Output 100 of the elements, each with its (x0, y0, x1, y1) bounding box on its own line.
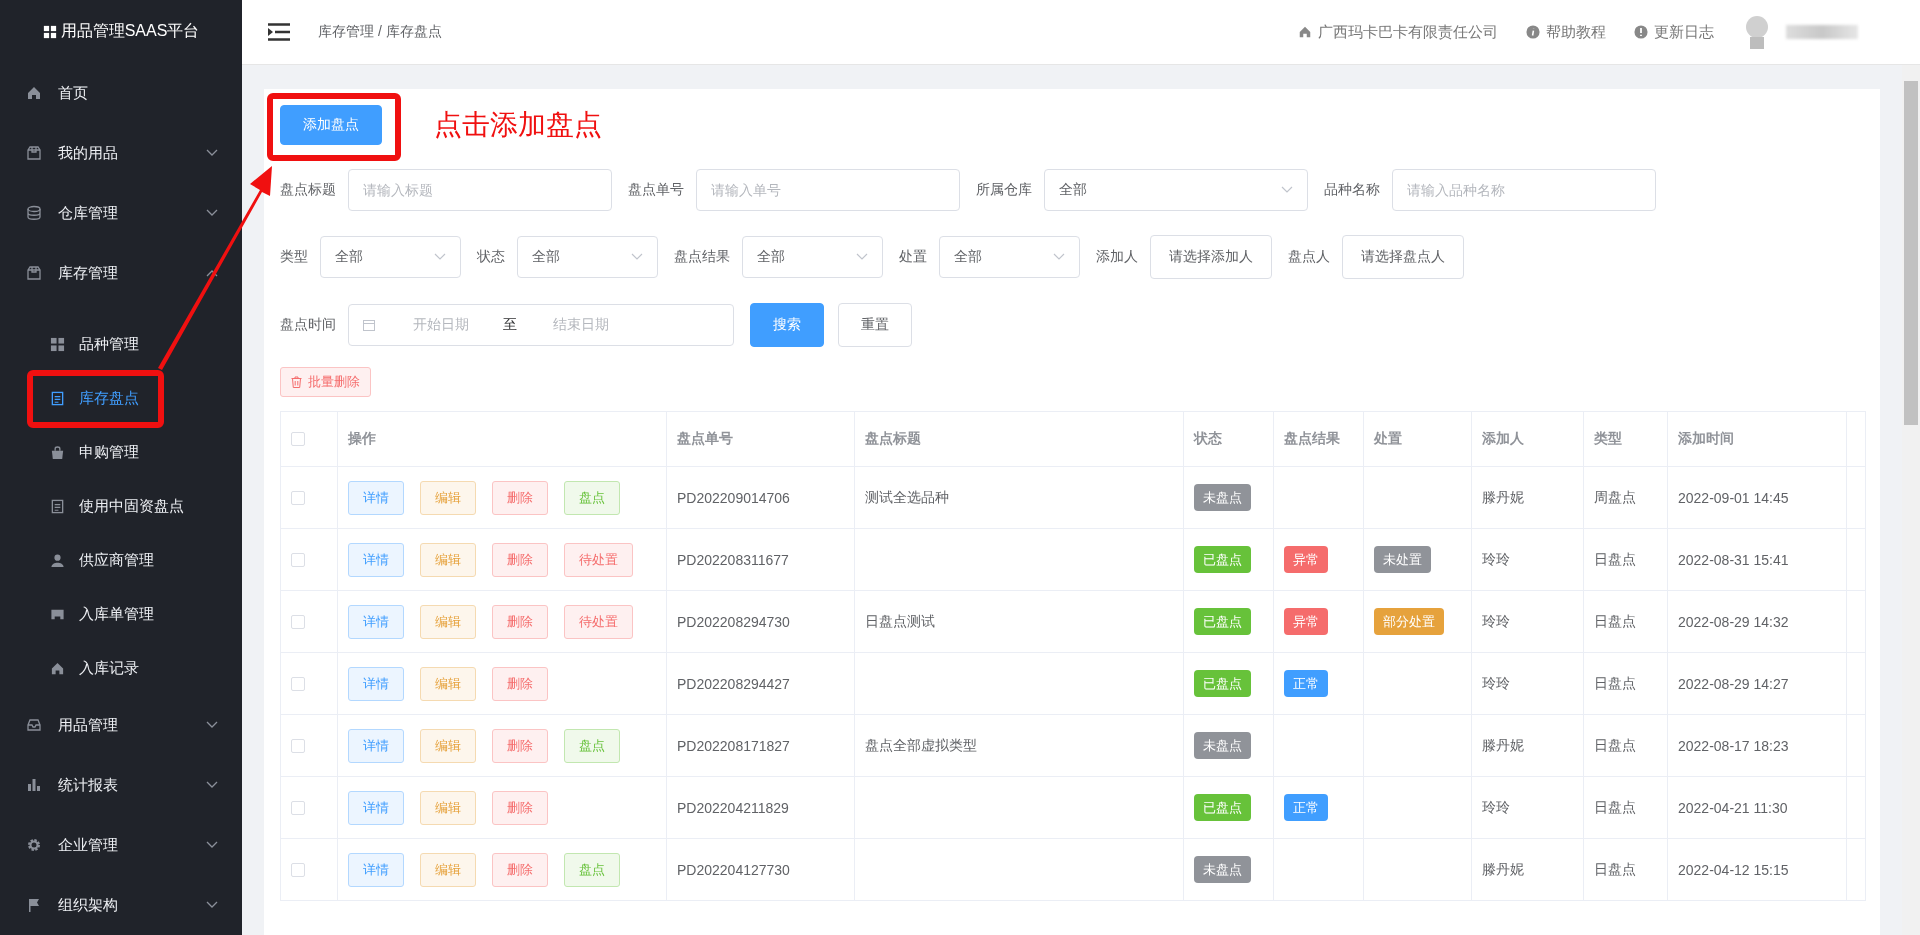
table-cell: 玲玲 (1471, 528, 1584, 591)
status-tag: 未盘点 (1194, 484, 1251, 511)
company-link[interactable]: 广西玛卡巴卡有限责任公司 (1298, 22, 1498, 42)
table-cell: 日盘点 (1583, 590, 1668, 653)
filter-label: 添加人 (1096, 248, 1138, 266)
batch-delete-button[interactable]: 批量删除 (280, 367, 371, 397)
scrollbar-thumb[interactable] (1904, 81, 1918, 425)
row-checkbox[interactable] (291, 738, 305, 753)
changelog-link[interactable]: 更新日志 (1634, 22, 1714, 42)
sidebar-subitem[interactable]: 入库记录 (0, 641, 242, 695)
select-field[interactable]: 全部 (742, 236, 883, 278)
action-button[interactable]: 删除 (492, 666, 548, 701)
sidebar-subitem[interactable]: 库存盘点 (0, 371, 242, 425)
bag-icon (50, 444, 65, 460)
sidebar-subitem[interactable]: 供应商管理 (0, 533, 242, 587)
status-tag: 已盘点 (1194, 794, 1251, 821)
action-button[interactable]: 删除 (492, 790, 548, 825)
sidebar-subitem[interactable]: 入库单管理 (0, 587, 242, 641)
menu-icon[interactable] (268, 23, 290, 41)
table-cell: 2022-08-31 15:41 (1667, 528, 1847, 591)
action-button[interactable]: 盘点 (564, 852, 620, 887)
date-range-field[interactable]: 开始日期 至 结束日期 (348, 304, 734, 346)
sidebar-subitem[interactable]: 申购管理 (0, 425, 242, 479)
action-button[interactable]: 详情 (348, 666, 404, 701)
action-button[interactable]: 编辑 (420, 604, 476, 639)
text-field[interactable]: 请输入标题 (348, 169, 612, 211)
action-button[interactable]: 删除 (492, 542, 548, 577)
row-checkbox[interactable] (291, 614, 305, 629)
action-button[interactable]: 编辑 (420, 790, 476, 825)
action-button[interactable]: 详情 (348, 604, 404, 639)
sidebar-item[interactable]: 首页 (0, 63, 242, 123)
select-field[interactable]: 全部 (517, 236, 658, 278)
action-button[interactable]: 详情 (348, 480, 404, 515)
table-cell: PD202208294427 (666, 652, 855, 715)
action-button[interactable]: 编辑 (420, 852, 476, 887)
select-field[interactable]: 全部 (320, 236, 461, 278)
sidebar-item[interactable]: 库存管理 (0, 243, 242, 303)
row-checkbox[interactable] (291, 676, 305, 691)
grid-icon (50, 336, 65, 352)
result-tag: 异常 (1284, 546, 1328, 573)
sidebar-item[interactable]: 企业管理 (0, 815, 242, 875)
table-cell: PD202204211829 (666, 776, 855, 839)
sidebar-subitem[interactable]: 使用中固资盘点 (0, 479, 242, 533)
picker-button[interactable]: 请选择盘点人 (1342, 235, 1464, 279)
box-icon (26, 145, 42, 161)
action-button[interactable]: 编辑 (420, 728, 476, 763)
action-button[interactable]: 编辑 (420, 666, 476, 701)
table-cell: 日盘点 (1583, 838, 1668, 901)
select-all-checkbox[interactable] (291, 432, 305, 446)
sidebar-item[interactable]: 组织架构 (0, 875, 242, 935)
filter-label: 盘点结果 (674, 248, 730, 266)
sidebar-item[interactable]: 用品管理 (0, 695, 242, 755)
action-button[interactable]: 编辑 (420, 480, 476, 515)
result-tag: 异常 (1284, 608, 1328, 635)
action-button[interactable]: 待处置 (564, 542, 633, 577)
reset-button[interactable]: 重置 (838, 303, 912, 347)
status-tag: 已盘点 (1194, 670, 1251, 697)
filter-label: 盘点单号 (628, 181, 684, 199)
sidebar-subitem[interactable]: 品种管理 (0, 317, 242, 371)
action-button[interactable]: 待处置 (564, 604, 633, 639)
search-button[interactable]: 搜索 (750, 303, 824, 347)
row-checkbox[interactable] (291, 490, 305, 505)
text-field[interactable]: 请输入品种名称 (1392, 169, 1656, 211)
action-button[interactable]: 详情 (348, 542, 404, 577)
sidebar-item[interactable]: 仓库管理 (0, 183, 242, 243)
table-cell: 日盘点 (1583, 652, 1668, 715)
action-button[interactable]: 编辑 (420, 542, 476, 577)
add-inventory-button[interactable]: 添加盘点 (280, 105, 382, 145)
result-tag: 正常 (1284, 670, 1328, 697)
tray-icon (26, 717, 42, 733)
column-header: 盘点单号 (666, 411, 855, 467)
column-header: 添加时间 (1667, 411, 1847, 467)
action-button[interactable]: 删除 (492, 480, 548, 515)
help-link[interactable]: 帮助教程 (1526, 22, 1606, 42)
select-field[interactable]: 全部 (939, 236, 1080, 278)
action-button[interactable]: 详情 (348, 852, 404, 887)
action-button[interactable]: 盘点 (564, 480, 620, 515)
text-field[interactable]: 请输入单号 (696, 169, 960, 211)
chevron-icon (206, 149, 218, 157)
action-button[interactable]: 删除 (492, 604, 548, 639)
row-checkbox[interactable] (291, 800, 305, 815)
column-header: 盘点标题 (854, 411, 1184, 467)
flag-icon (26, 897, 42, 913)
row-checkbox[interactable] (291, 552, 305, 567)
info-icon (1526, 25, 1540, 39)
action-button[interactable]: 删除 (492, 852, 548, 887)
action-button[interactable]: 盘点 (564, 728, 620, 763)
sidebar-item[interactable]: 统计报表 (0, 755, 242, 815)
sidebar-item[interactable]: 我的用品 (0, 123, 242, 183)
action-button[interactable]: 详情 (348, 790, 404, 825)
action-button[interactable]: 删除 (492, 728, 548, 763)
table-cell: 盘点全部虚拟类型 (854, 714, 1184, 777)
home-icon (50, 660, 65, 676)
annotation-text: 点击添加盘点 (434, 108, 602, 142)
action-button[interactable]: 详情 (348, 728, 404, 763)
column-header: 类型 (1583, 411, 1668, 467)
row-checkbox[interactable] (291, 862, 305, 877)
picker-button[interactable]: 请选择添加人 (1150, 235, 1272, 279)
table-cell: 日盘点 (1583, 528, 1668, 591)
select-field[interactable]: 全部 (1044, 169, 1308, 211)
